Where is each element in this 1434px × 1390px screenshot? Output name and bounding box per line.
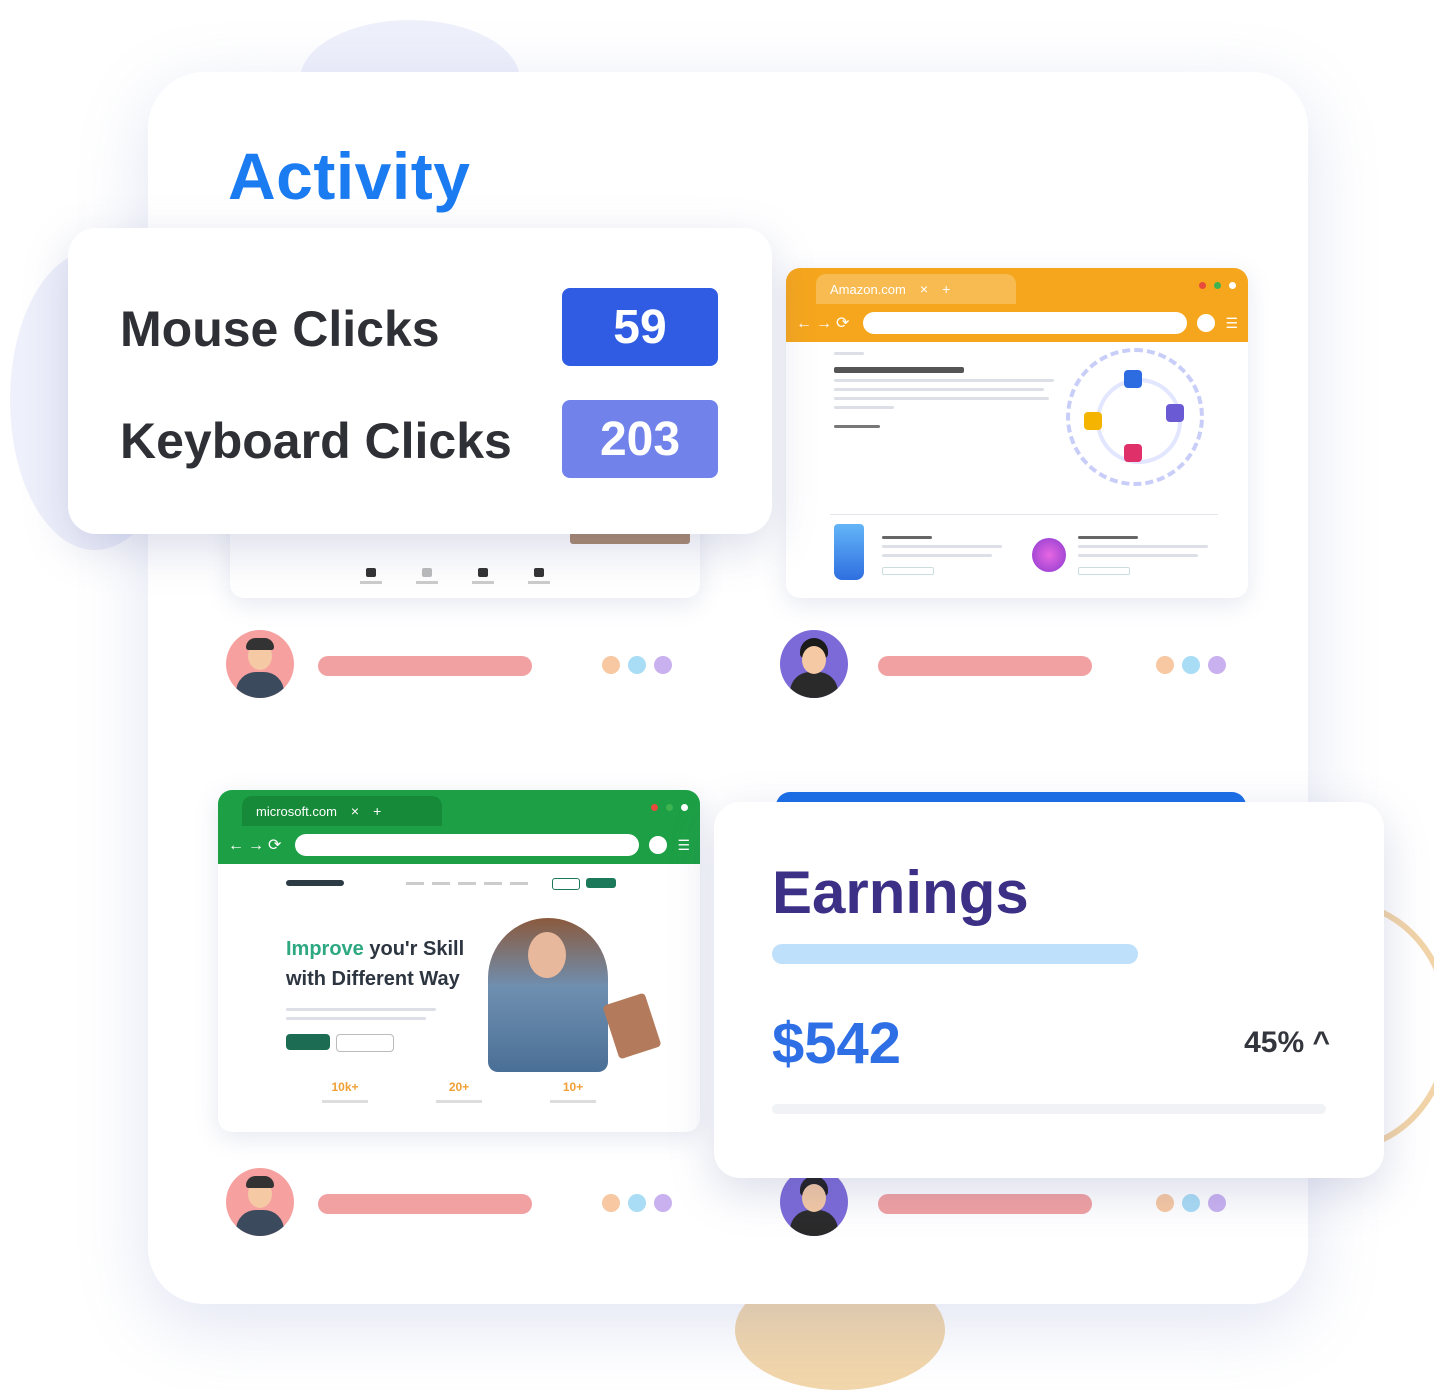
keyboard-clicks-row: Keyboard Clicks 203 <box>120 400 720 478</box>
mouse-clicks-row: Mouse Clicks 59 <box>120 288 720 366</box>
window-controls <box>651 804 688 811</box>
nav-icon <box>528 568 550 584</box>
female-avatar-icon <box>780 1168 848 1236</box>
hero-button <box>286 1034 330 1050</box>
menu-icon: ☰ <box>1225 314 1238 331</box>
screenshot-thumbnail[interactable]: microsoft.com × + ←→⟳ ☰ Improve you'r Sk… <box>218 790 700 1132</box>
earnings-bar <box>772 944 1138 964</box>
stat-item: 20+ <box>436 1080 482 1120</box>
plus-icon: + <box>373 803 382 819</box>
male-avatar-icon <box>226 1168 294 1236</box>
mouse-clicks-count: 59 <box>562 288 718 366</box>
nav-icon <box>472 568 494 584</box>
address-bar <box>295 834 640 856</box>
site-header <box>286 878 630 892</box>
integrations-graphic <box>1066 348 1204 486</box>
student-photo <box>488 918 608 1072</box>
tab-label: microsoft.com <box>256 803 337 819</box>
user-name-placeholder <box>878 1194 1092 1214</box>
tab-label: Amazon.com <box>830 281 906 297</box>
hero-headline: Improve you'r Skill with Different Way <box>286 938 465 990</box>
clicks-card: Mouse Clicks 59 Keyboard Clicks 203 <box>68 228 772 534</box>
window-controls <box>1199 282 1236 289</box>
close-icon: × <box>919 281 929 297</box>
address-bar <box>863 312 1188 334</box>
feature-text <box>882 530 1012 575</box>
earnings-change: 45% ^ <box>1244 1026 1330 1059</box>
earnings-progress-track <box>772 1104 1326 1114</box>
earnings-amount: $542 <box>772 1011 902 1076</box>
status-dots <box>1156 1194 1226 1212</box>
user-name-placeholder <box>318 1194 532 1214</box>
female-avatar-icon <box>780 630 848 698</box>
close-icon: × <box>350 803 360 819</box>
earnings-card: Earnings $542 45% ^ <box>714 802 1384 1178</box>
earnings-title: Earnings <box>772 859 1029 926</box>
stat-item: 10k+ <box>322 1080 368 1120</box>
shopping-bag-icon <box>834 524 864 580</box>
keyboard-clicks-label: Keyboard Clicks <box>120 413 512 469</box>
browser-tab-bar: Amazon.com × + <box>786 268 1248 304</box>
menu-icon: ☰ <box>677 836 690 853</box>
book-icon <box>602 992 662 1060</box>
stat-item: 10+ <box>550 1080 596 1120</box>
nav-arrows-icon: ←→⟳ <box>228 837 286 854</box>
profile-icon <box>1197 314 1216 332</box>
app-nav-icons <box>360 568 550 584</box>
mouse-clicks-label: Mouse Clicks <box>120 301 440 357</box>
hero-text <box>286 1002 446 1020</box>
divider <box>830 514 1218 515</box>
site-logo <box>286 880 344 886</box>
nav-icon <box>416 568 438 584</box>
keyboard-clicks-count: 203 <box>562 400 718 478</box>
browser-nav-bar: ←→⟳ ☰ <box>218 826 700 864</box>
status-dots <box>602 1194 672 1212</box>
page-content <box>834 348 1064 428</box>
screenshot-thumbnail[interactable]: Amazon.com × + ←→⟳ ☰ <box>786 268 1248 598</box>
browser-tab: microsoft.com × + <box>242 796 442 826</box>
stats-row: 10k+ 20+ 10+ <box>288 1080 630 1120</box>
feature-text <box>1078 530 1208 575</box>
browser-tab: Amazon.com × + <box>816 274 1016 304</box>
browser-nav-bar: ←→⟳ ☰ <box>786 304 1248 342</box>
user-name-placeholder <box>878 656 1092 676</box>
profile-icon <box>649 836 668 854</box>
plus-icon: + <box>942 281 951 297</box>
status-dots <box>1156 656 1226 674</box>
browser-tab-bar: microsoft.com × + <box>218 790 700 826</box>
sparkle-icon <box>1032 538 1066 572</box>
page-title: Activity <box>228 139 471 213</box>
male-avatar-icon <box>226 630 294 698</box>
status-dots <box>602 656 672 674</box>
nav-icon <box>360 568 382 584</box>
user-name-placeholder <box>318 656 532 676</box>
hero-button <box>336 1034 394 1052</box>
nav-arrows-icon: ←→⟳ <box>796 315 854 332</box>
